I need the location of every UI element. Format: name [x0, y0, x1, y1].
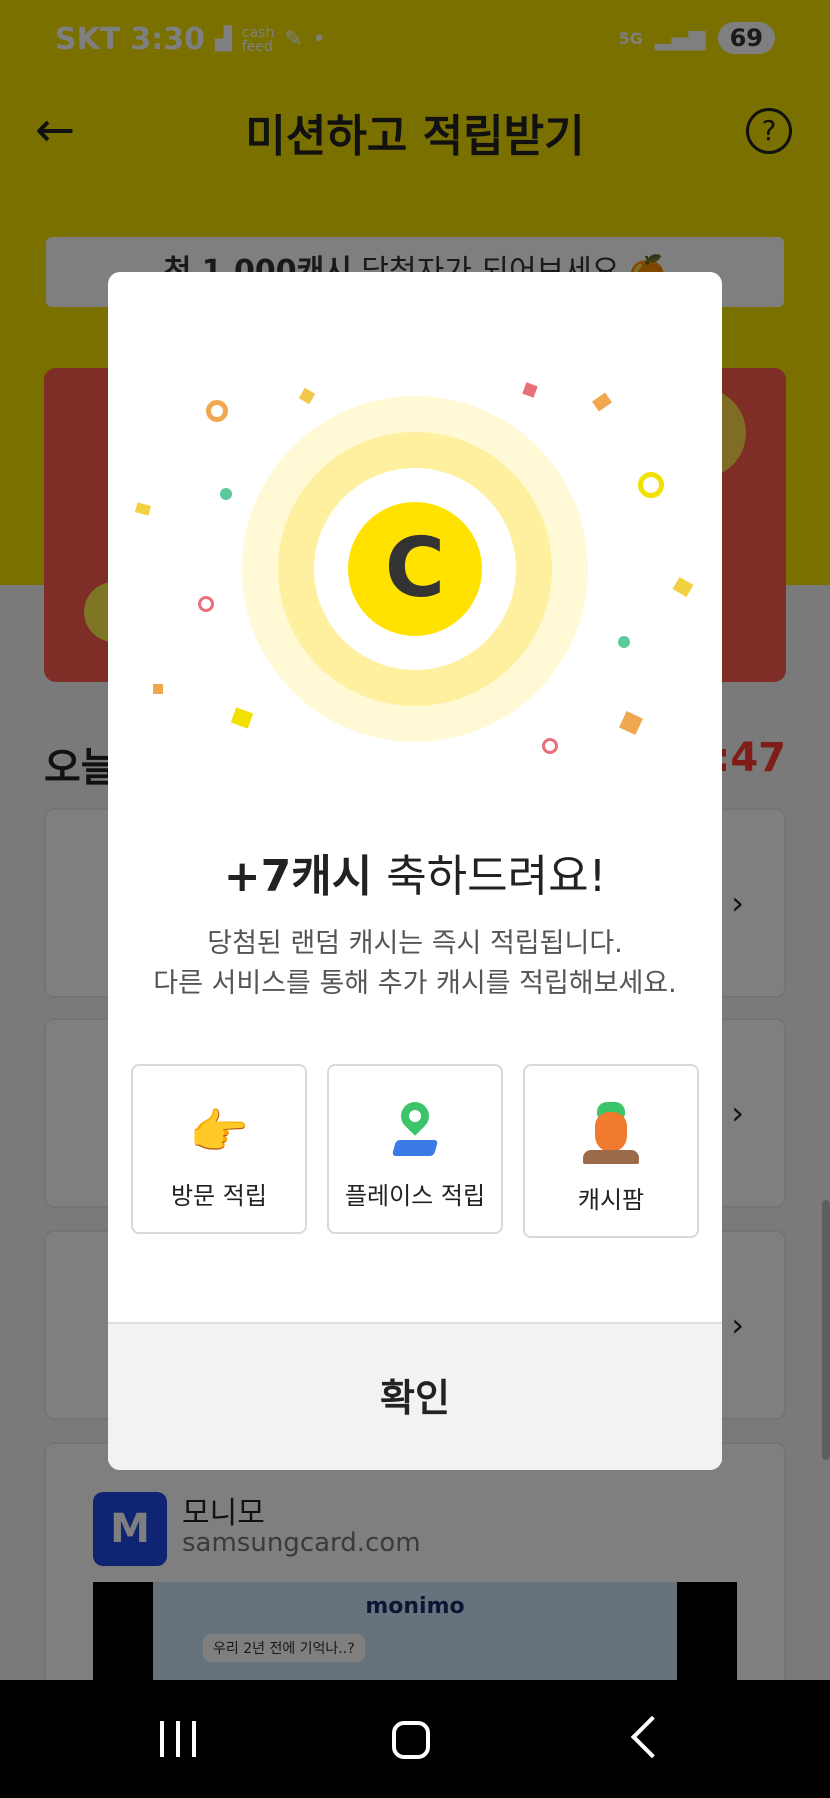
reward-congrats: 축하드려요! — [372, 851, 607, 902]
confetti — [134, 502, 152, 516]
confetti — [153, 684, 163, 694]
place-earn-button[interactable]: 플레이스 적립 — [327, 1064, 503, 1234]
celebration-graphic: C — [108, 272, 722, 772]
back-chevron-icon — [630, 1715, 674, 1759]
back-button[interactable] — [585, 1680, 705, 1798]
home-button[interactable] — [350, 1680, 470, 1798]
cashfarm-button[interactable]: • • 캐시팜 — [523, 1064, 699, 1238]
place-earn-label: 플레이스 적립 — [344, 1182, 486, 1210]
recent-apps-icon — [160, 1721, 196, 1757]
system-nav-bar — [0, 1680, 830, 1798]
confetti — [198, 596, 214, 612]
confetti — [618, 636, 630, 648]
reward-desc-line1: 당첨된 랜덤 캐시는 즉시 적립됩니다. — [207, 928, 623, 959]
visit-earn-button[interactable]: 👉 방문 적립 — [131, 1064, 307, 1234]
home-icon — [392, 1721, 430, 1759]
cash-coin-icon: C — [348, 502, 482, 636]
carrot-icon: • • — [525, 1102, 697, 1164]
reward-headline: +7캐시 축하드려요! — [108, 840, 722, 904]
confetti — [638, 472, 664, 498]
reward-description: 당첨된 랜덤 캐시는 즉시 적립됩니다. 다른 서비스를 통해 추가 캐시를 적… — [108, 924, 722, 1004]
confirm-area: 확인 — [108, 1322, 722, 1470]
reward-modal: C +7캐시 축하드려요! 당첨된 랜덤 캐시는 즉시 적립됩니다. 다른 서비… — [108, 272, 722, 1470]
visit-earn-label: 방문 적립 — [171, 1182, 267, 1210]
confetti — [592, 392, 612, 412]
confetti — [672, 576, 694, 598]
confetti — [206, 400, 228, 422]
confetti — [298, 387, 316, 405]
earn-options: 👉 방문 적립 플레이스 적립 • • 캐시팜 — [131, 1064, 699, 1238]
cashfarm-label: 캐시팜 — [577, 1186, 645, 1214]
confirm-button[interactable]: 확인 — [108, 1324, 722, 1470]
map-pin-icon — [329, 1096, 501, 1162]
recent-apps-button[interactable] — [118, 1680, 238, 1798]
confetti — [230, 707, 254, 729]
confetti — [522, 382, 538, 398]
confetti — [619, 711, 643, 735]
reward-desc-line2: 다른 서비스를 통해 추가 캐시를 적립해보세요. — [153, 968, 677, 999]
confetti — [542, 738, 558, 754]
confetti — [220, 488, 232, 500]
pointing-hand-icon: 👉 — [189, 1104, 249, 1160]
reward-amount: +7캐시 — [223, 851, 373, 902]
